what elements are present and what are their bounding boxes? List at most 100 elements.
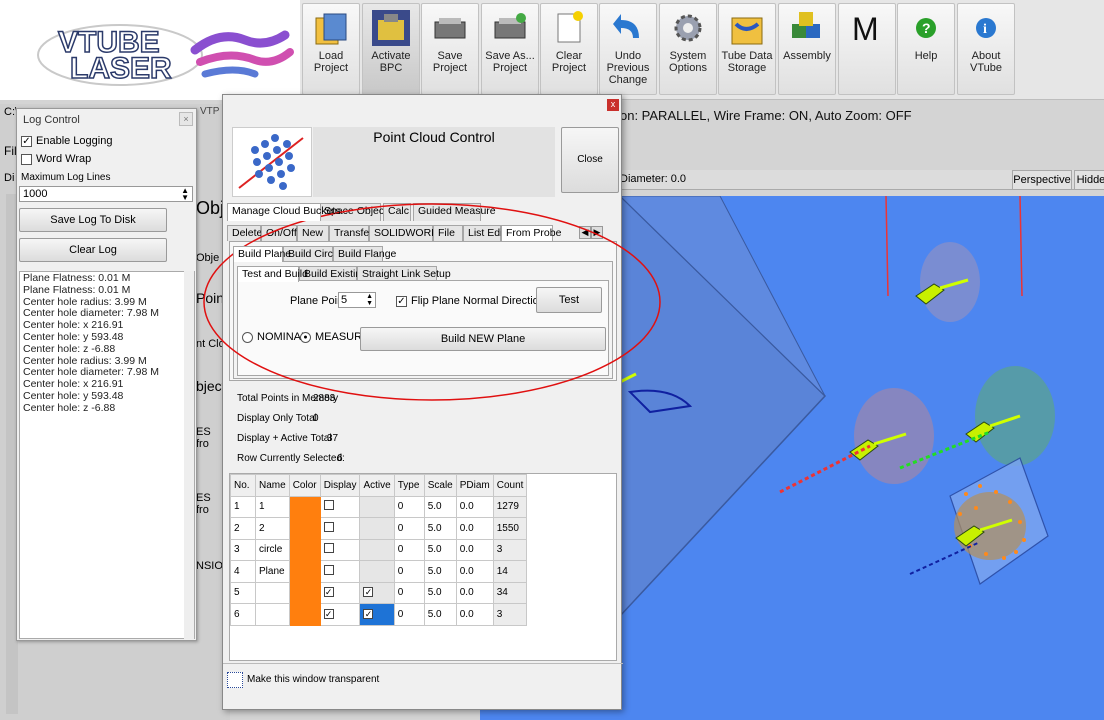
tab-build-plane[interactable]: Build Plane [233,246,291,262]
row-number[interactable]: 3 [230,538,256,561]
toolbar-button[interactable]: Load Project [302,3,360,95]
row-number[interactable]: 2 [230,517,256,540]
row-pdiam[interactable]: 0.0 [455,603,494,626]
toolbar-button[interactable]: Activate BPC [362,3,420,95]
perspective-button[interactable]: Perspective [1012,170,1072,190]
pcc-close-icon[interactable]: x [607,99,619,111]
row-display-checkbox[interactable] [319,495,361,518]
row-pdiam[interactable]: 0.0 [455,581,494,604]
toolbar-button[interactable]: Clear Project [540,3,598,95]
close-button[interactable]: Close [561,127,619,193]
toolbar-button[interactable]: System Options [659,3,717,95]
column-header[interactable]: PDiam [455,474,494,497]
column-header[interactable]: Count [492,474,528,497]
row-display-checkbox[interactable]: ✓ [319,581,361,604]
row-display-checkbox[interactable] [319,517,361,540]
row-count[interactable]: 1279 [492,495,528,518]
row-pdiam[interactable]: 0.0 [455,517,494,540]
row-count[interactable]: 34 [492,581,528,604]
row-name[interactable] [255,581,290,604]
column-header[interactable]: Active [359,474,395,497]
log-close-icon[interactable]: × [179,112,193,126]
tab-manage-cloud-buckets[interactable]: Manage Cloud Buckets [227,203,341,221]
row-color[interactable] [288,581,321,604]
row-active-checkbox[interactable]: ✓ [359,581,395,604]
toolbar-button[interactable]: M [838,3,896,95]
row-active-checkbox[interactable] [359,560,395,583]
save-log-button[interactable]: Save Log To Disk [19,208,167,232]
row-color[interactable] [288,517,321,540]
row-display-checkbox[interactable] [319,560,361,583]
word-wrap-checkbox[interactable]: Word Wrap [21,153,91,165]
tab-from-probe[interactable]: From Probe [501,225,561,241]
row-name[interactable]: 2 [255,517,290,540]
row-count[interactable]: 3 [492,603,528,626]
row-name[interactable]: 1 [255,495,290,518]
row-count[interactable]: 1550 [492,517,528,540]
row-active-checkbox[interactable] [359,517,395,540]
tab-test-and-build[interactable]: Test and Build [237,266,308,282]
d-tab[interactable]: Di [4,172,14,184]
row-display-checkbox[interactable] [319,538,361,561]
log-output[interactable]: Plane Flatness: 0.01 M Plane Flatness: 0.… [19,271,195,639]
table-row[interactable]: 5 ✓ ✓ 0 5.0 0.0 34 [230,581,528,604]
table-row[interactable]: 6 ✓ ✓ 0 5.0 0.0 3 [230,603,528,626]
toolbar-button[interactable]: Tube Data Storage [718,3,776,95]
row-pdiam[interactable]: 0.0 [455,538,494,561]
hidden-button[interactable]: Hidden [1074,170,1104,190]
row-number[interactable]: 4 [230,560,256,583]
column-header[interactable]: No. [230,474,256,497]
toolbar-button[interactable]: Save Project [421,3,479,95]
clear-log-button[interactable]: Clear Log [19,238,167,262]
row-number[interactable]: 5 [230,581,256,604]
row-scale[interactable]: 5.0 [423,581,457,604]
row-scale[interactable]: 5.0 [423,560,457,583]
row-count[interactable]: 14 [492,560,528,583]
row-active-checkbox[interactable] [359,538,395,561]
log-scrollbar[interactable] [184,271,194,639]
toolbar-button[interactable]: Undo Previous Change [599,3,657,95]
row-number[interactable]: 1 [230,495,256,518]
toolbar-button[interactable]: i About VTube [957,3,1015,95]
column-header[interactable]: Display [319,474,361,497]
row-type[interactable]: 0 [393,495,425,518]
table-row[interactable]: 1 1 0 5.0 0.0 1279 [230,495,528,518]
column-header[interactable]: Scale [423,474,457,497]
row-count[interactable]: 3 [492,538,528,561]
table-row[interactable]: 4 Plane 0 5.0 0.0 14 [230,560,528,583]
row-number[interactable]: 6 [230,603,256,626]
table-row[interactable]: 2 2 0 5.0 0.0 1550 [230,517,528,540]
row-type[interactable]: 0 [393,603,425,626]
row-pdiam[interactable]: 0.0 [455,560,494,583]
toolbar-button[interactable]: Assembly [778,3,836,95]
column-header[interactable]: Color [288,474,321,497]
toolbar-button[interactable]: Save As... Project [481,3,539,95]
row-name[interactable] [255,603,290,626]
column-header[interactable]: Name [255,474,290,497]
row-type[interactable]: 0 [393,560,425,583]
row-scale[interactable]: 5.0 [423,603,457,626]
column-header[interactable]: Type [393,474,425,497]
row-color[interactable] [288,538,321,561]
row-type[interactable]: 0 [393,538,425,561]
row-color[interactable] [288,560,321,583]
row-display-checkbox[interactable]: ✓ [319,603,361,626]
row-type[interactable]: 0 [393,581,425,604]
row-name[interactable]: Plane [255,560,290,583]
row-name[interactable]: circle [255,538,290,561]
row-type[interactable]: 0 [393,517,425,540]
row-scale[interactable]: 5.0 [423,517,457,540]
row-active-checkbox[interactable]: ✓ [359,603,395,626]
enable-logging-checkbox[interactable]: ✓ Enable Logging [21,135,112,147]
row-scale[interactable]: 5.0 [423,538,457,561]
transparent-checkbox[interactable] [227,672,243,688]
row-color[interactable] [288,495,321,518]
row-pdiam[interactable]: 0.0 [455,495,494,518]
row-color[interactable] [288,603,321,626]
toolbar-button[interactable]: ? Help [897,3,955,95]
row-active-checkbox[interactable] [359,495,395,518]
max-lines-spinner[interactable]: 1000 ▲ ▼ [19,186,193,202]
table-row[interactable]: 3 circle 0 5.0 0.0 3 [230,538,528,561]
file-tab[interactable]: Fil [4,144,17,158]
row-scale[interactable]: 5.0 [423,495,457,518]
